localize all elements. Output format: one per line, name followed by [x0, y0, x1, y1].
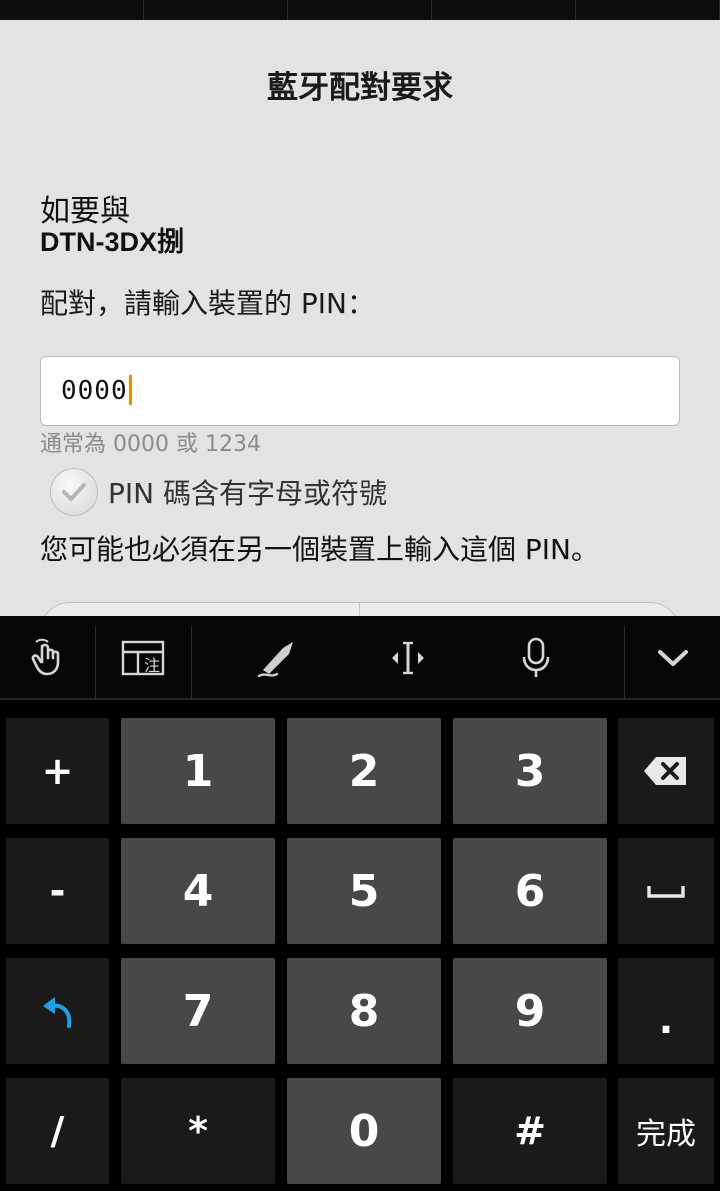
key-0[interactable]: 0 — [287, 1078, 441, 1184]
numeric-keyboard: + 1 2 3 - 4 5 6 7 8 9 . / * 0 # 完成 — [0, 702, 720, 1191]
touch-gesture-icon — [31, 638, 59, 676]
key-label: 8 — [348, 985, 380, 1037]
status-bar — [0, 0, 720, 20]
key-label: 5 — [348, 865, 380, 917]
key-asterisk[interactable]: * — [121, 1078, 275, 1184]
key-label: 3 — [514, 745, 546, 797]
key-label: 9 — [514, 985, 546, 1037]
pin-instruction: 配對，請輸入裝置的 PIN： — [40, 287, 375, 320]
button-divider — [359, 603, 360, 616]
toolbar-separator — [624, 626, 625, 698]
key-label: . — [658, 998, 674, 1042]
handwriting-icon — [257, 642, 293, 678]
key-minus[interactable]: - — [6, 838, 109, 944]
pin-note: 您可能也必須在另一個裝置上輸入這個 PIN。 — [40, 533, 599, 566]
key-2[interactable]: 2 — [287, 718, 441, 824]
key-label: 1 — [182, 745, 214, 797]
pin-alphanumeric-option[interactable]: PIN 碼含有字母或符號 — [50, 468, 387, 516]
key-period[interactable]: . — [618, 958, 714, 1064]
status-bar-segment — [432, 0, 576, 20]
key-label: 4 — [182, 865, 214, 917]
touch-gesture-button[interactable] — [0, 616, 95, 700]
pin-input-text: 0000 — [61, 376, 128, 406]
status-bar-segment — [576, 0, 720, 20]
key-3[interactable]: 3 — [453, 718, 607, 824]
text-cursor — [128, 375, 132, 405]
key-slash[interactable]: / — [6, 1078, 109, 1184]
pin-alphanumeric-checkbox[interactable] — [50, 468, 98, 516]
key-5[interactable]: 5 — [287, 838, 441, 944]
device-name: DTN-3DX捌 — [40, 227, 185, 257]
key-label: * — [188, 1109, 208, 1153]
status-bar-segment — [0, 0, 144, 20]
key-9[interactable]: 9 — [453, 958, 607, 1064]
input-mode-icon: 注 — [121, 640, 164, 676]
svg-text:注: 注 — [143, 656, 159, 675]
backspace-icon — [644, 757, 686, 785]
key-plus[interactable]: + — [6, 718, 109, 824]
key-label: 7 — [182, 985, 214, 1037]
keyboard-toolbar: 注 — [0, 616, 720, 700]
key-label: / — [50, 1109, 65, 1153]
voice-input-button[interactable] — [488, 616, 583, 700]
key-1[interactable]: 1 — [121, 718, 275, 824]
key-4[interactable]: 4 — [121, 838, 275, 944]
key-done[interactable]: 完成 — [618, 1078, 714, 1184]
key-label: 6 — [514, 865, 546, 917]
space-icon — [647, 886, 685, 898]
key-label: + — [41, 749, 74, 793]
status-bar-segment — [288, 0, 432, 20]
microphone-icon — [522, 637, 549, 677]
pin-input[interactable]: 0000 — [40, 356, 680, 426]
cursor-move-icon — [391, 641, 424, 675]
toolbar-separator — [191, 626, 192, 698]
bluetooth-pairing-dialog: 藍牙配對要求 如要與 DTN-3DX捌 配對，請輸入裝置的 PIN： 0000 … — [0, 20, 720, 616]
collapse-keyboard-button[interactable] — [626, 616, 720, 700]
key-label: 2 — [348, 745, 380, 797]
key-label: 0 — [348, 1105, 380, 1157]
key-7[interactable]: 7 — [121, 958, 275, 1064]
input-mode-button[interactable]: 注 — [96, 616, 191, 700]
key-undo[interactable] — [6, 958, 109, 1064]
key-6[interactable]: 6 — [453, 838, 607, 944]
key-space[interactable] — [618, 838, 714, 944]
key-backspace[interactable] — [618, 718, 714, 824]
pin-alphanumeric-label: PIN 碼含有字母或符號 — [108, 477, 387, 510]
status-bar-segment — [144, 0, 288, 20]
handwriting-button[interactable] — [230, 616, 325, 700]
key-label: # — [514, 1109, 546, 1153]
pin-hint: 通常為 0000 或 1234 — [40, 432, 261, 457]
collapse-keyboard-icon — [658, 650, 688, 666]
check-icon — [62, 483, 86, 501]
key-8[interactable]: 8 — [287, 958, 441, 1064]
key-hash[interactable]: # — [453, 1078, 607, 1184]
pin-input-value: 0000 — [61, 375, 132, 406]
key-label: 完成 — [636, 1117, 696, 1152]
undo-arrow-icon — [42, 997, 71, 1028]
cursor-move-button[interactable] — [360, 616, 455, 700]
dialog-button-row[interactable] — [40, 602, 680, 616]
key-label: - — [49, 869, 66, 913]
dialog-title: 藍牙配對要求 — [267, 70, 453, 106]
